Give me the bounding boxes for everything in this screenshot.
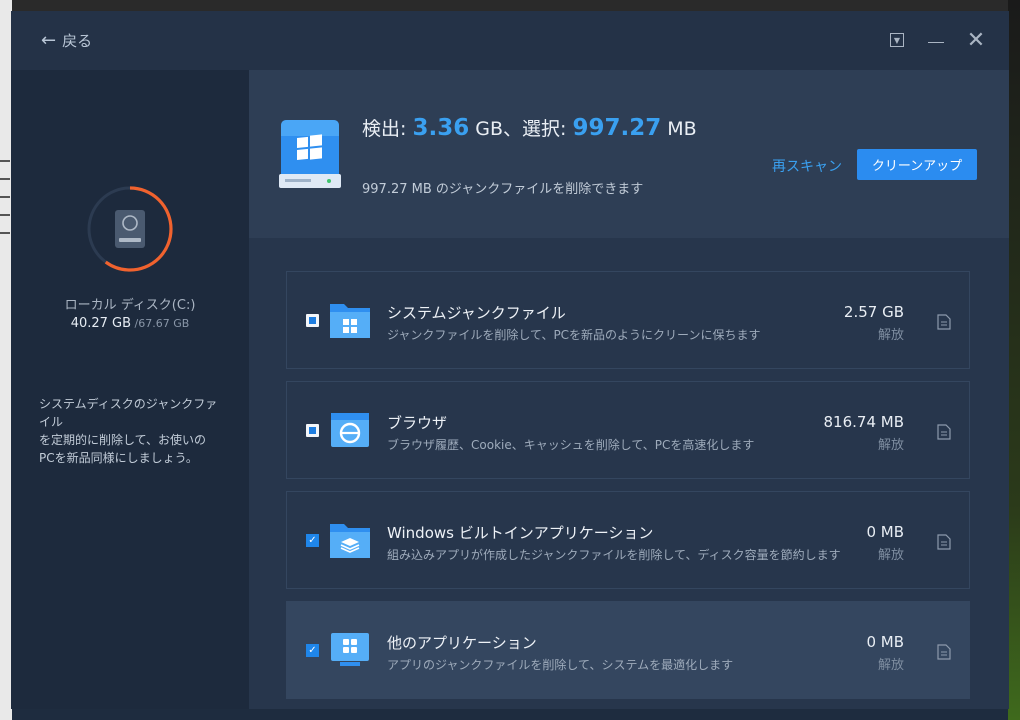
layers-folder-icon: [330, 524, 370, 558]
category-title: Windows ビルトインアプリケーション: [387, 524, 654, 542]
cleanup-window: ← 戻る ▼ ✕ ローカル ディスク(C:) 40.27 GB /67.67 G…: [11, 11, 1009, 709]
windows-folder-icon: [330, 304, 370, 338]
dropdown-icon: ▼: [890, 33, 904, 47]
minimize-icon: [928, 41, 944, 43]
partial-check-icon: [309, 317, 316, 324]
category-size: 816.74 MB: [823, 413, 905, 431]
disk-usage-ring: [87, 186, 173, 272]
selected-value: 997.27: [572, 115, 662, 141]
sidebar: ローカル ディスク(C:) 40.27 GB /67.67 GB システムディス…: [11, 70, 249, 709]
category-checkbox[interactable]: ✓: [306, 644, 319, 657]
disk-name: ローカル ディスク(C:): [64, 298, 196, 313]
category-checkbox[interactable]: [306, 424, 319, 437]
free-link[interactable]: 解放: [878, 544, 904, 563]
system-drive-icon: [279, 120, 341, 188]
scan-result-subtitle: 997.27 MB のジャンクファイルを削除できます: [362, 182, 644, 197]
category-row-other-apps[interactable]: ✓ 他のアプリケーション アプリのジャンクファイルを削除して、システムを最適化し…: [286, 601, 970, 699]
cleanup-button[interactable]: クリーンアップ: [857, 149, 977, 180]
apps-monitor-icon: [331, 633, 369, 666]
free-link[interactable]: 解放: [878, 654, 904, 673]
free-link[interactable]: 解放: [878, 434, 904, 453]
disk-usage: 40.27 GB /67.67 GB: [11, 316, 249, 331]
category-size: 2.57 GB: [843, 303, 904, 321]
details-document-icon[interactable]: [937, 534, 951, 550]
category-checkbox[interactable]: [306, 314, 319, 327]
category-title: ブラウザ: [387, 414, 448, 432]
back-button[interactable]: ← 戻る: [41, 30, 92, 51]
scan-result-headline: 検出: 3.36 GB、選択: 997.27 MB: [362, 114, 697, 141]
close-icon: ✕: [966, 27, 986, 53]
hard-disk-icon: [115, 210, 145, 248]
details-document-icon[interactable]: [937, 424, 951, 440]
title-bar: ← 戻る ▼ ✕: [11, 11, 1009, 70]
close-button[interactable]: ✕: [965, 27, 987, 53]
found-unit: GB、選択:: [469, 118, 573, 140]
category-size: 0 MB: [866, 633, 904, 651]
minimize-button[interactable]: [925, 29, 947, 51]
category-row-windows-builtin-apps[interactable]: ✓ Windows ビルトインアプリケーション 組み込みアプリが作成したジャンク…: [286, 491, 970, 589]
disk-total: /67.67 GB: [131, 317, 190, 330]
category-row-browser[interactable]: ブラウザ ブラウザ履歴、Cookie、キャッシュを削除して、PCを高速化します …: [286, 381, 970, 479]
category-description: 組み込みアプリが作成したジャンクファイルを削除して、ディスク容量を節約します: [387, 548, 841, 562]
check-icon: ✓: [306, 644, 319, 657]
found-value: 3.36: [412, 115, 470, 141]
scan-summary: 検出: 3.36 GB、選択: 997.27 MB 997.27 MB のジャン…: [249, 70, 1009, 238]
category-size: 0 MB: [866, 523, 904, 541]
category-description: ジャンクファイルを削除して、PCを新品のようにクリーンに保ちます: [387, 328, 761, 342]
category-checkbox[interactable]: ✓: [306, 534, 319, 547]
sidebar-description: システムディスクのジャンクファイル を定期的に削除して、お使いの PCを新品同様…: [39, 397, 218, 465]
details-document-icon[interactable]: [937, 314, 951, 330]
partial-check-icon: [309, 427, 316, 434]
back-label: 戻る: [62, 32, 93, 50]
category-description: ブラウザ履歴、Cookie、キャッシュを削除して、PCを高速化します: [387, 438, 755, 452]
dropdown-menu-button[interactable]: ▼: [886, 29, 908, 51]
browser-icon: [331, 413, 369, 447]
check-icon: ✓: [306, 534, 319, 547]
category-description: アプリのジャンクファイルを削除して、システムを最適化します: [387, 658, 734, 672]
disk-used: 40.27 GB: [70, 316, 132, 331]
category-title: 他のアプリケーション: [387, 634, 537, 652]
found-label: 検出:: [362, 118, 413, 140]
arrow-left-icon: ←: [41, 29, 57, 51]
main-panel: 検出: 3.36 GB、選択: 997.27 MB 997.27 MB のジャン…: [249, 70, 1009, 709]
desktop-background-right: [1008, 0, 1020, 720]
category-title: システムジャンクファイル: [387, 304, 566, 322]
details-document-icon[interactable]: [937, 644, 951, 660]
selected-unit: MB: [661, 118, 697, 140]
rescan-link[interactable]: 再スキャン: [772, 156, 842, 176]
free-link[interactable]: 解放: [878, 324, 904, 343]
category-row-system-junk[interactable]: システムジャンクファイル ジャンクファイルを削除して、PCを新品のようにクリーン…: [286, 271, 970, 369]
